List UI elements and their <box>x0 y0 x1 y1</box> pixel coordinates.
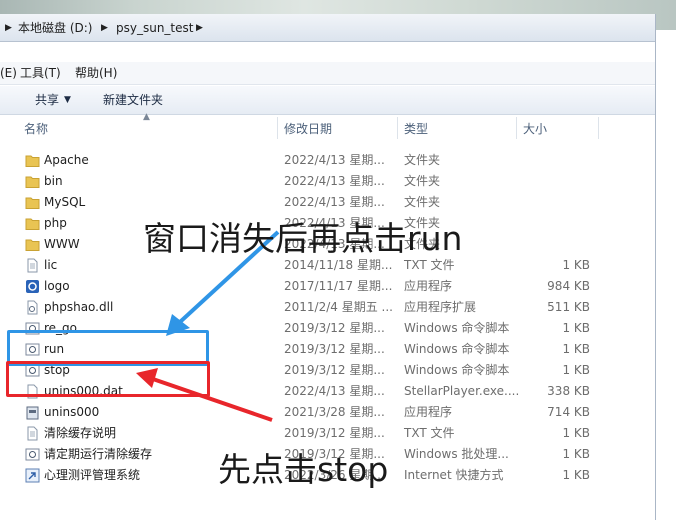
red-arrow-head <box>136 368 158 388</box>
annotation-top-text: 窗口消失后再点击run <box>143 219 463 258</box>
red-arrow-line <box>149 376 273 422</box>
annotation-bottom-text: 先点击stop <box>218 450 389 489</box>
